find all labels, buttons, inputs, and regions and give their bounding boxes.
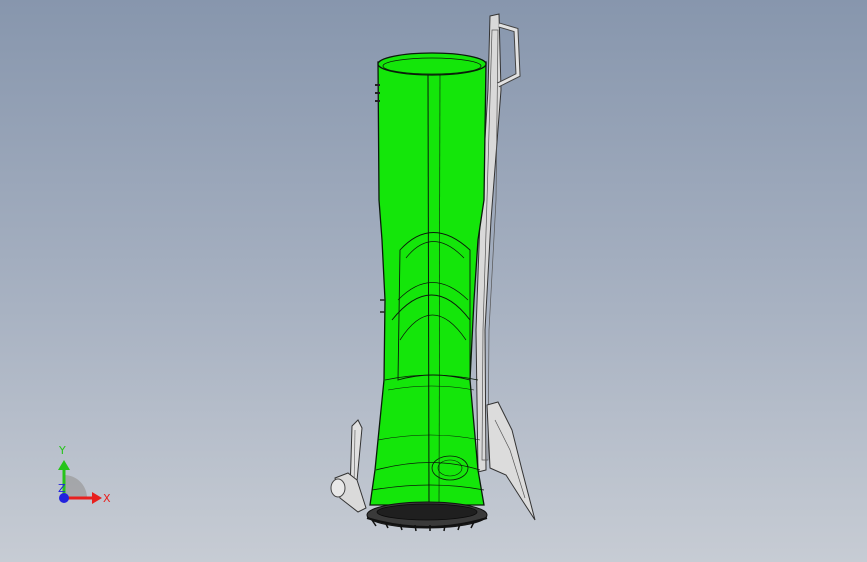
x-axis-label: X bbox=[103, 492, 111, 505]
boot-sole[interactable] bbox=[366, 501, 488, 532]
coordinate-triad: Y X Z bbox=[58, 444, 111, 505]
buckle-lever-part[interactable] bbox=[330, 419, 367, 513]
rear-spur-part[interactable] bbox=[486, 401, 536, 521]
y-axis-arrowhead bbox=[58, 460, 70, 470]
z-axis-label: Z bbox=[58, 482, 66, 495]
boot-shaft[interactable] bbox=[369, 52, 487, 506]
boot-3d-model[interactable] bbox=[0, 0, 867, 562]
y-axis-label: Y bbox=[58, 444, 66, 457]
x-axis-arrowhead bbox=[92, 492, 102, 504]
cad-viewport[interactable]: Y X Z bbox=[0, 0, 867, 562]
